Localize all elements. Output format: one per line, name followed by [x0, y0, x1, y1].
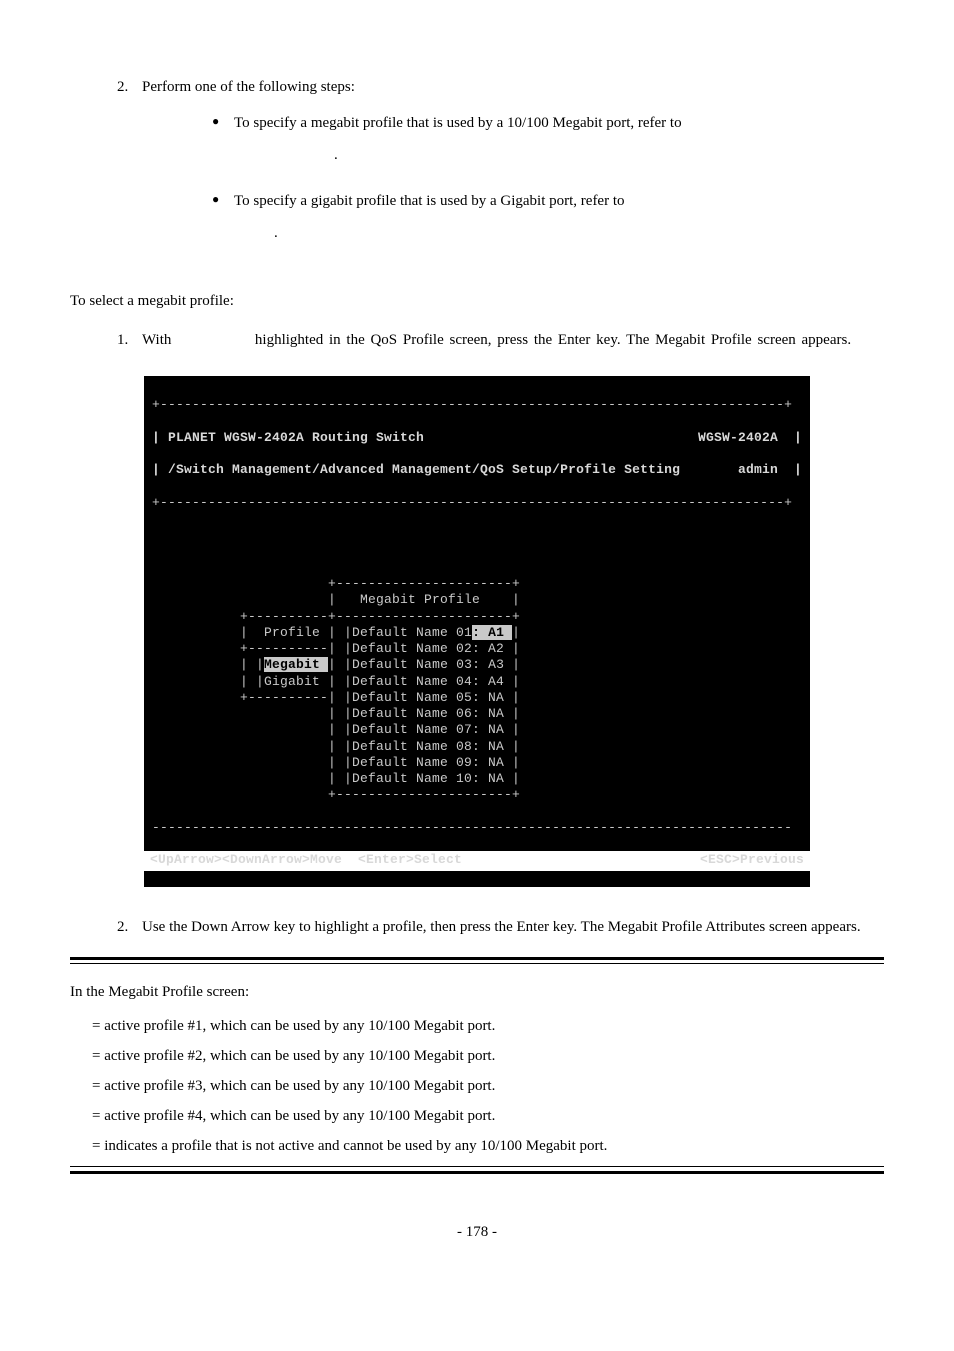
term-line1-right: WGSW-2402A [698, 430, 778, 445]
term-r10: | |Default Name 10: NA | [240, 771, 520, 786]
term-nav-left: <UpArrow><DownArrow>Move <Enter>Select [150, 852, 462, 868]
term-r08: | |Default Name 08: NA | [240, 739, 520, 754]
term-line2-left: | /Switch Management/Advanced Management… [152, 462, 680, 478]
page-number: - 178 - [70, 1220, 884, 1244]
bullet-2-text: To specify a gigabit profile that is use… [234, 193, 625, 209]
select-step-1a: With [142, 332, 177, 348]
bullet-2-tail: . [274, 221, 884, 245]
terminal-screenshot: +---------------------------------------… [144, 376, 810, 887]
term-r01c: | [512, 625, 520, 640]
note-4: = active profile #4, which can be used b… [92, 1104, 884, 1128]
bullet-2: To specify a gigabit profile that is use… [212, 189, 884, 245]
note-title: In the Megabit Profile screen: [70, 980, 884, 1004]
term-r01a: | Profile | |Default Name 01 [240, 625, 472, 640]
step-2: Perform one of the following steps: To s… [132, 75, 884, 245]
bullet-1-text: To specify a megabit profile that is use… [234, 115, 682, 131]
note-3: = active profile #3, which can be used b… [92, 1074, 884, 1098]
select-step-2-text: Use the Down Arrow key to highlight a pr… [142, 919, 861, 935]
bullet-1-tail: . [334, 143, 884, 167]
term-r04: | |Gigabit | |Default Name 04: A4 | [240, 674, 520, 689]
select-title: To select a megabit profile: [70, 289, 884, 313]
note-5: = indicates a profile that is not active… [92, 1134, 884, 1158]
term-ftr: +----------------------+ [240, 787, 520, 802]
term-line2-right: admin [738, 462, 778, 477]
step-2-text: Perform one of the following steps: [142, 79, 355, 95]
term-r06: | |Default Name 06: NA | [240, 706, 520, 721]
bullet-1: To specify a megabit profile that is use… [212, 111, 884, 167]
note-2: = active profile #2, which can be used b… [92, 1044, 884, 1068]
term-r05: +----------| |Default Name 05: NA | [240, 690, 520, 705]
term-nav-right: <ESC>Previous [700, 852, 804, 868]
term-r01b: : A1 [472, 625, 512, 640]
select-step-1b: highlighted in the QoS Profile screen, p… [255, 332, 851, 348]
term-header: | Megabit Profile | [328, 592, 520, 607]
term-r03c: | |Default Name 03: A3 | [328, 657, 520, 672]
term-r03b: Megabit [264, 657, 328, 672]
term-r03a: | | [240, 657, 264, 672]
note-1: = active profile #1, which can be used b… [92, 1014, 884, 1038]
term-r02: +----------| |Default Name 02: A2 | [240, 641, 520, 656]
term-r07: | |Default Name 07: NA | [240, 722, 520, 737]
select-step-1: With highlighted in the QoS Profile scre… [132, 328, 884, 352]
term-r09: | |Default Name 09: NA | [240, 755, 520, 770]
term-line1-left: | PLANET WGSW-2402A Routing Switch [152, 430, 424, 446]
select-step-2: Use the Down Arrow key to highlight a pr… [132, 915, 884, 939]
